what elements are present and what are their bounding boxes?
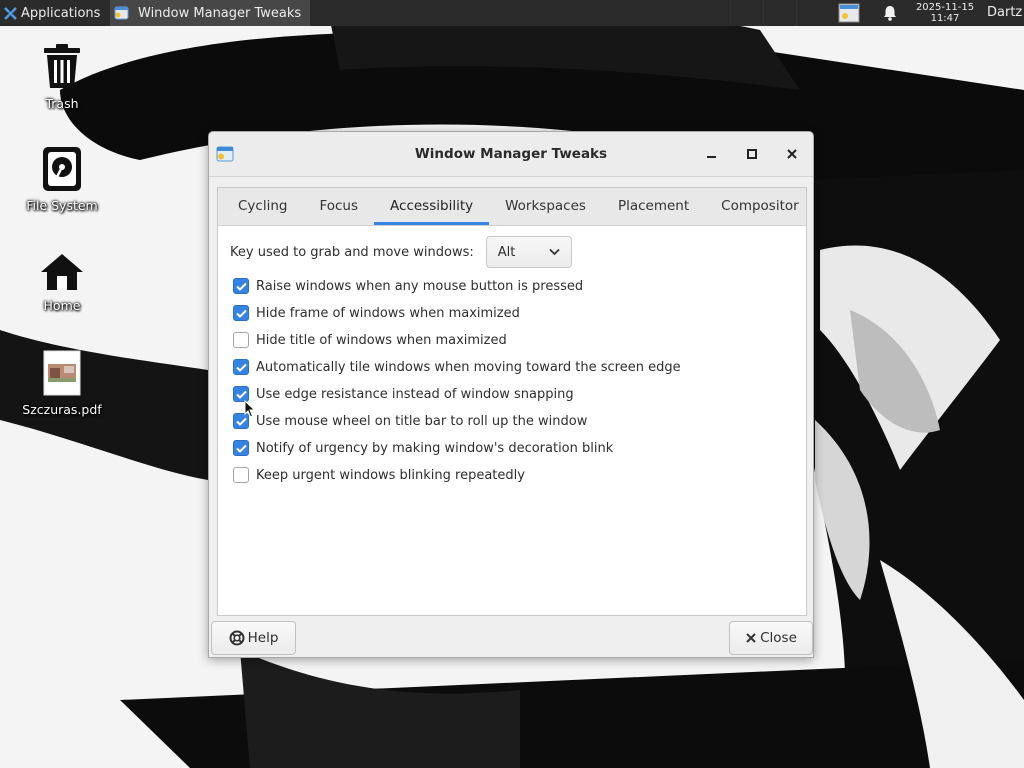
tab-compositor[interactable]: Compositor [705,188,815,225]
option-keep-blinking[interactable]: Keep urgent windows blinking repeatedly [233,467,525,483]
checkbox-keep-blinking[interactable] [233,467,249,483]
checkbox-auto-tile[interactable] [233,359,249,375]
xfce-logo-icon [4,6,17,20]
trash-icon [44,44,80,88]
home-icon [41,254,83,290]
option-auto-tile[interactable]: Automatically tile windows when moving t… [233,359,681,375]
dialog-title: Window Manager Tweaks [414,146,608,162]
option-raise-windows[interactable]: Raise windows when any mouse button is p… [233,278,583,294]
tray-app-icon[interactable] [838,3,860,23]
pdf-thumbnail-icon [43,350,81,396]
option-edge-resistance[interactable]: Use edge resistance instead of window sn… [233,386,574,402]
accessibility-page: Key used to grab and move windows: Alt R… [218,226,806,615]
grab-key-value: Alt [497,244,516,260]
tab-focus[interactable]: Focus [303,188,374,225]
notification-bell-icon[interactable] [882,4,898,22]
option-label: Use edge resistance instead of window sn… [256,386,574,402]
desktop-icon-label: Szczuras.pdf [22,402,102,417]
clock[interactable]: 2025-11-15 11:47 [906,0,984,26]
dialog-titlebar[interactable]: Window Manager Tweaks [209,132,813,177]
grab-key-row: Key used to grab and move windows: Alt [230,236,572,268]
taskbar-item-window-manager-tweaks[interactable]: Window Manager Tweaks [110,0,310,26]
close-window-button[interactable] [782,144,802,164]
settings-notebook: Cycling Focus Accessibility Workspaces P… [217,187,807,616]
maximize-button[interactable] [742,144,762,164]
option-hide-frame[interactable]: Hide frame of windows when maximized [233,305,520,321]
option-label: Raise windows when any mouse button is p… [256,278,584,294]
option-roll-up[interactable]: Use mouse wheel on title bar to roll up … [233,413,587,429]
option-label: Notify of urgency by making window's dec… [256,440,614,456]
desktop-icon-trash[interactable]: Trash [12,42,112,111]
grab-key-label: Key used to grab and move windows: [230,244,474,260]
checkbox-hide-frame[interactable] [233,305,249,321]
close-button-label: Close [760,630,797,646]
tab-placement[interactable]: Placement [602,188,705,225]
close-button[interactable]: Close [729,621,813,655]
option-label: Hide frame of windows when maximized [256,305,520,321]
taskbar-item-label: Window Manager Tweaks [138,5,302,21]
window-manager-tweaks-dialog: Window Manager Tweaks Cycling Focus Acce… [208,131,814,658]
option-urgency-blink[interactable]: Notify of urgency by making window's dec… [233,440,613,456]
checkbox-raise-windows[interactable] [233,278,249,294]
tab-accessibility[interactable]: Accessibility [374,188,490,225]
checkbox-urgency-blink[interactable] [233,440,249,456]
top-panel: Applications Window Manager Tweaks 2025-… [0,0,1024,26]
option-label: Keep urgent windows blinking repeatedly [256,467,525,483]
tab-bar: Cycling Focus Accessibility Workspaces P… [218,188,806,226]
minimize-button[interactable] [702,144,722,164]
grab-key-dropdown[interactable]: Alt [485,236,572,268]
window-manager-tweaks-app-icon [114,6,129,20]
workspace-switcher[interactable] [730,0,830,26]
tab-workspaces[interactable]: Workspaces [489,188,602,225]
desktop-icon-label: Home [43,298,81,313]
desktop-icon-file-system[interactable]: File System [12,146,112,213]
mouse-pointer-icon [244,400,256,418]
option-label: Automatically tile windows when moving t… [256,359,681,375]
close-icon [746,633,756,643]
clock-time: 11:47 [930,13,960,24]
option-hide-title[interactable]: Hide title of windows when maximized [233,332,507,348]
hard-drive-icon [43,147,81,191]
clock-date: 2025-11-15 [915,2,975,13]
help-lifebuoy-icon [229,630,245,646]
desktop-icon-label: Trash [45,96,79,111]
applications-menu-label: Applications [21,5,101,21]
tab-cycling[interactable]: Cycling [218,188,303,225]
option-label: Use mouse wheel on title bar to roll up … [256,413,588,429]
desktop-icon-pdf[interactable]: Szczuras.pdf [12,350,112,417]
user-menu[interactable]: Dartz [987,0,1022,26]
chevron-down-icon [549,248,560,256]
help-button[interactable]: Help [211,621,296,655]
desktop-icon-label: File System [26,198,98,213]
checkbox-hide-title[interactable] [233,332,249,348]
help-button-label: Help [247,630,279,646]
desktop-icon-home[interactable]: Home [12,252,112,313]
option-label: Hide title of windows when maximized [256,332,507,348]
applications-menu-button[interactable]: Applications [0,0,108,26]
